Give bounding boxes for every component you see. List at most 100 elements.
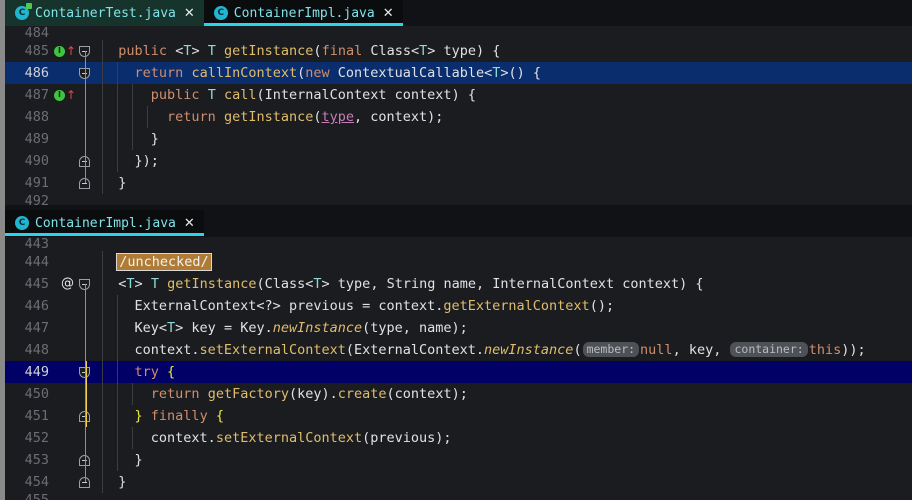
gutter[interactable]: 453 <box>5 449 102 471</box>
gutter[interactable]: 449 <box>5 361 102 383</box>
gutter[interactable]: 487 I ↑ <box>5 84 102 106</box>
code-line[interactable]: 453 } <box>5 449 912 471</box>
code-line[interactable]: 445 @ <T> T getInstance(Class<T> type, St… <box>5 273 912 295</box>
code-line[interactable]: 454 } <box>5 471 912 493</box>
code-line[interactable]: 450 return getFactory(key).create(contex… <box>5 383 912 405</box>
code-text[interactable]: public <T> T getInstance(final Class<T> … <box>102 40 912 62</box>
close-icon[interactable]: ✕ <box>184 216 195 231</box>
code-line[interactable]: 447 Key<T> key = Key.newInstance(type, n… <box>5 317 912 339</box>
left-gutter-rail[interactable] <box>0 0 5 500</box>
code-text[interactable]: return callInContext(new ContextualCalla… <box>102 62 912 84</box>
code-text[interactable]: try { <box>102 361 912 383</box>
code-line[interactable]: 443 <box>5 237 912 252</box>
gutter-markers[interactable]: I ↑ <box>53 45 76 57</box>
code-line[interactable]: 444 /unchecked/ <box>5 251 912 273</box>
java-class-icon: C <box>15 216 29 230</box>
code-text[interactable]: /unchecked/ <box>102 251 912 273</box>
token-pln: ( <box>313 109 322 125</box>
token-pln: ContextualCallable< <box>337 65 493 81</box>
override-arrow-icon[interactable]: ↑ <box>66 89 76 101</box>
gutter[interactable]: 455 <box>5 489 102 500</box>
code-line[interactable]: 455 <box>5 492 912 500</box>
token-pln: (context); <box>386 386 468 402</box>
line-number: 453 <box>24 452 49 468</box>
line-number: 447 <box>24 320 49 336</box>
editor-tab-bar[interactable]: C ContainerTest.java ✕ C ContainerImpl.java ✕ <box>5 0 912 26</box>
token-pln: (Class< <box>256 276 314 292</box>
code-line[interactable]: 492 <box>5 193 912 205</box>
code-text[interactable]: } <box>102 128 912 150</box>
gutter[interactable]: 448 <box>5 339 102 361</box>
code-text[interactable]: } <box>102 471 912 493</box>
code-text[interactable]: } <box>102 449 912 471</box>
code-editor-bottom[interactable]: 443 444 /unchecked/445 @ <T> T getInstance… <box>5 237 912 500</box>
editor-tab-1[interactable]: C ContainerTest.java ✕ <box>5 0 204 26</box>
token-hint: member: <box>582 342 640 357</box>
code-text[interactable]: } finally { <box>102 405 912 427</box>
code-line[interactable]: 486 return callInContext(new ContextualC… <box>5 62 912 84</box>
code-text[interactable]: public T call(InternalContext context) { <box>102 84 912 106</box>
gutter[interactable]: 451 <box>5 405 102 427</box>
token-kw: public <box>150 87 200 103</box>
token-mths: newInstance <box>484 342 574 358</box>
editor-tab-bar-bottom[interactable]: C ContainerImpl.java ✕ <box>5 205 912 237</box>
code-line[interactable]: 451 } finally { <box>5 405 912 427</box>
code-text[interactable]: context.setExternalContext(ExternalConte… <box>102 339 912 361</box>
indent-guide <box>147 106 148 128</box>
editor-tab-2[interactable]: C ContainerImpl.java ✕ <box>203 0 403 26</box>
code-line[interactable]: 448 context.setExternalContext(ExternalC… <box>5 339 912 361</box>
indent-guide <box>117 106 118 128</box>
code-text[interactable]: Key<T> key = Key.newInstance(type, name)… <box>102 317 912 339</box>
code-line[interactable]: 449 try { <box>5 361 912 383</box>
code-line[interactable]: 484 <box>5 26 912 41</box>
code-line[interactable]: 452 context.setExternalContext(previous)… <box>5 427 912 449</box>
close-icon[interactable]: ✕ <box>383 6 394 21</box>
close-icon[interactable]: ✕ <box>184 6 195 21</box>
code-line[interactable]: 488 return getInstance(type, context); <box>5 106 912 128</box>
gutter[interactable]: 446 <box>5 295 102 317</box>
code-line[interactable]: 485 I ↑ public <T> T getInstance(final Cla… <box>5 40 912 62</box>
token-pln: > key = Key. <box>175 320 273 336</box>
gutter[interactable]: 489 <box>5 128 102 150</box>
code-text[interactable]: ExternalContext<?> previous = context.ge… <box>102 295 912 317</box>
gutter-markers[interactable]: I ↑ <box>53 89 76 101</box>
gutter[interactable]: 488 <box>5 106 102 128</box>
gutter[interactable]: 490 <box>5 150 102 172</box>
override-arrow-icon[interactable]: ↑ <box>66 45 76 57</box>
code-line[interactable]: 487 I ↑ public T call(InternalContext cont… <box>5 84 912 106</box>
code-text[interactable]: } <box>102 172 912 194</box>
gutter[interactable]: 492 <box>5 190 102 205</box>
code-text[interactable]: return getInstance(type, context); <box>102 106 912 128</box>
code-line[interactable]: 490 }); <box>5 150 912 172</box>
code-text[interactable]: }); <box>102 150 912 172</box>
gutter[interactable]: 450 <box>5 383 102 405</box>
code-text[interactable]: <T> T getInstance(Class<T> type, String … <box>102 273 912 295</box>
gutter[interactable]: 445 @ <box>5 273 102 295</box>
code-line[interactable]: 489 } <box>5 128 912 150</box>
editor-tab-1[interactable]: C ContainerImpl.java ✕ <box>5 210 204 236</box>
code-line[interactable]: 446 ExternalContext<?> previous = contex… <box>5 295 912 317</box>
editor-window: C ContainerTest.java ✕ C ContainerImpl.java ✕… <box>0 0 912 500</box>
code-line[interactable]: 491 } <box>5 172 912 194</box>
gutter[interactable]: 447 <box>5 317 102 339</box>
token-pln: (InternalContext context) { <box>256 87 476 103</box>
annotation-icon[interactable]: @ <box>61 273 74 295</box>
gutter[interactable]: 486 <box>5 62 102 84</box>
token-mths: newInstance <box>272 320 363 336</box>
gutter[interactable]: 485 I ↑ <box>5 40 102 62</box>
implementation-icon[interactable]: I <box>53 89 65 101</box>
code-text[interactable]: context.setExternalContext(previous); <box>102 427 912 449</box>
gutter[interactable]: 444 <box>5 251 102 273</box>
code-editor-top[interactable]: 484 485 I ↑ public <T> T getInstance(final … <box>5 26 912 205</box>
gutter[interactable]: 452 <box>5 427 102 449</box>
code-text[interactable]: return getFactory(key).create(context); <box>102 383 912 405</box>
token-pln: ( <box>313 43 322 59</box>
implementation-icon[interactable]: I <box>53 45 65 57</box>
editor-tab-label: ContainerImpl.java <box>233 5 375 21</box>
java-class-icon: C <box>15 3 32 20</box>
